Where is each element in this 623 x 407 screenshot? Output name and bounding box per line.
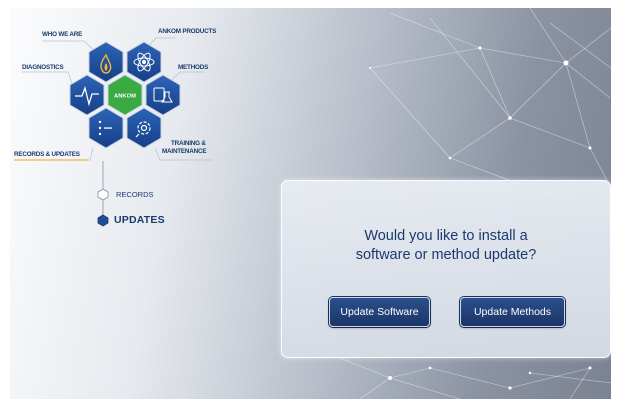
hexagon-navigation-menu: ANKOM xyxy=(14,37,212,227)
menu-label-maintenance[interactable]: MAINTENANCE xyxy=(162,148,207,155)
update-software-button[interactable]: Update Software xyxy=(329,297,430,327)
menu-label-methods[interactable]: METHODS xyxy=(178,64,208,71)
menu-label-who-we-are[interactable]: WHO WE ARE xyxy=(42,31,82,38)
dialog-question-line2: software or method update? xyxy=(355,247,537,263)
update-dialog: Would you like to install a software or … xyxy=(281,180,611,358)
menu-label-training[interactable]: TRAINING & xyxy=(171,140,206,147)
dialog-question-line1: Would you like to install a xyxy=(364,228,528,244)
who-we-are-hex[interactable] xyxy=(88,41,124,83)
submenu-updates[interactable]: UPDATES xyxy=(114,214,165,226)
ankom-logo: ANKOM xyxy=(114,94,136,100)
menu-label-diagnostics[interactable]: DIAGNOSTICS xyxy=(22,64,64,71)
update-methods-button[interactable]: Update Methods xyxy=(460,297,565,327)
dialog-question: Would you like to install a software or … xyxy=(282,227,610,265)
menu-label-records-updates[interactable]: RECORDS & UPDATES xyxy=(14,151,80,158)
updates-marker[interactable] xyxy=(97,214,109,227)
ankom-products-hex[interactable] xyxy=(126,41,162,83)
submenu-records[interactable]: RECORDS xyxy=(116,190,154,199)
ankom-home-hex[interactable]: ANKOM xyxy=(107,74,143,116)
menu-label-ankom-products[interactable]: ANKOM PRODUCTS xyxy=(158,28,216,35)
training-maintenance-hex[interactable] xyxy=(126,107,162,149)
records-updates-hex[interactable] xyxy=(88,107,124,149)
diagnostics-hex[interactable] xyxy=(69,74,105,116)
methods-hex[interactable] xyxy=(145,74,181,116)
app-screen: ANKOM WHO WE ARE ANKOM PRODUCTS DIAGNOST… xyxy=(10,8,611,399)
records-marker[interactable] xyxy=(97,188,109,201)
